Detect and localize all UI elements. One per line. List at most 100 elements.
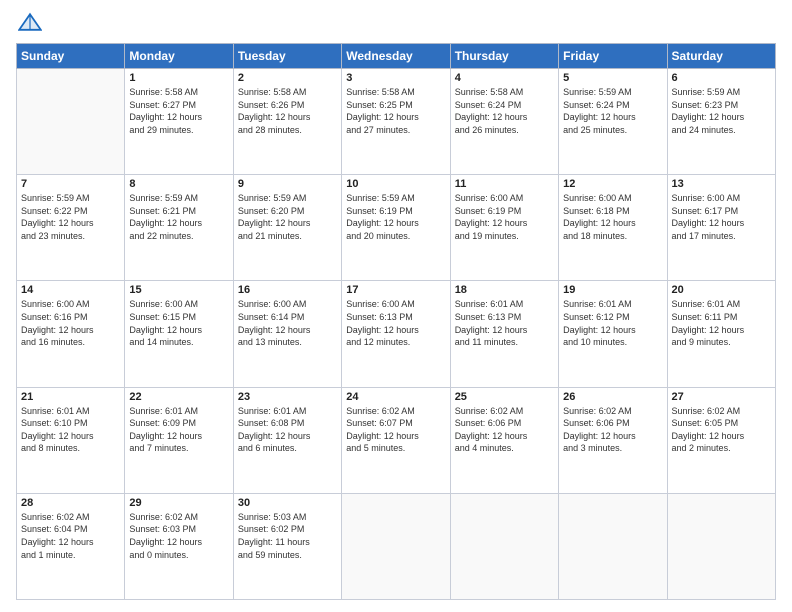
day-number: 24: [346, 391, 445, 403]
day-number: 23: [238, 391, 337, 403]
calendar-cell: 1Sunrise: 5:58 AMSunset: 6:27 PMDaylight…: [125, 69, 233, 175]
calendar-cell: 24 Sunrise: 6:02 AMSunset: 6:07 PMDayligh…: [342, 387, 450, 493]
calendar-cell: 30 Sunrise: 5:03 AMSunset: 6:02 PMDayligh…: [233, 493, 341, 599]
day-info: Sunrise: 5:59 AMSunset: 6:19 PMDaylight:…: [346, 192, 445, 242]
calendar-cell: 13 Sunrise: 6:00 AMSunset: 6:17 PMDayligh…: [667, 175, 775, 281]
day-number: 18: [455, 284, 554, 296]
calendar-cell: 8 Sunrise: 5:59 AMSunset: 6:21 PMDaylight…: [125, 175, 233, 281]
day-info: Sunrise: 5:59 AMSunset: 6:21 PMDaylight:…: [129, 192, 228, 242]
calendar-cell: 28Sunrise: 6:02 AMSunset: 6:04 PMDayligh…: [17, 493, 125, 599]
day-info: Sunrise: 6:02 AMSunset: 6:03 PMDaylight:…: [129, 511, 228, 561]
calendar-cell: [450, 493, 558, 599]
header: [16, 12, 776, 37]
header-row: SundayMondayTuesdayWednesdayThursdayFrid…: [17, 44, 776, 69]
col-header-saturday: Saturday: [667, 44, 775, 69]
week-row-3: 14Sunrise: 6:00 AMSunset: 6:16 PMDayligh…: [17, 281, 776, 387]
calendar-cell: 9Sunrise: 5:59 AMSunset: 6:20 PMDaylight…: [233, 175, 341, 281]
day-number: 5: [563, 72, 662, 84]
calendar-cell: [667, 493, 775, 599]
calendar-cell: 4 Sunrise: 5:58 AMSunset: 6:24 PMDaylight…: [450, 69, 558, 175]
calendar-cell: 23 Sunrise: 6:01 AMSunset: 6:08 PMDayligh…: [233, 387, 341, 493]
day-info: Sunrise: 6:01 AMSunset: 6:08 PMDaylight:…: [238, 405, 337, 455]
calendar-cell: 22 Sunrise: 6:01 AMSunset: 6:09 PMDayligh…: [125, 387, 233, 493]
day-number: 12: [563, 178, 662, 190]
calendar-cell: 14Sunrise: 6:00 AMSunset: 6:16 PMDayligh…: [17, 281, 125, 387]
day-number: 2: [238, 72, 337, 84]
day-info: Sunrise: 6:02 AMSunset: 6:06 PMDaylight:…: [563, 405, 662, 455]
day-info: Sunrise: 6:01 AMSunset: 6:11 PMDaylight:…: [672, 298, 771, 348]
day-number: 17: [346, 284, 445, 296]
calendar-cell: 6 Sunrise: 5:59 AMSunset: 6:23 PMDaylight…: [667, 69, 775, 175]
day-number: 8: [129, 178, 228, 190]
calendar-cell: 25 Sunrise: 6:02 AMSunset: 6:06 PMDayligh…: [450, 387, 558, 493]
day-number: 20: [672, 284, 771, 296]
calendar-cell: 16 Sunrise: 6:00 AMSunset: 6:14 PMDayligh…: [233, 281, 341, 387]
week-row-2: 7 Sunrise: 5:59 AMSunset: 6:22 PMDaylight…: [17, 175, 776, 281]
calendar-cell: [559, 493, 667, 599]
calendar-cell: 2 Sunrise: 5:58 AMSunset: 6:26 PMDaylight…: [233, 69, 341, 175]
day-info: Sunrise: 6:00 AMSunset: 6:19 PMDaylight:…: [455, 192, 554, 242]
day-info: Sunrise: 5:59 AMSunset: 6:23 PMDaylight:…: [672, 86, 771, 136]
page: SundayMondayTuesdayWednesdayThursdayFrid…: [0, 0, 792, 612]
day-number: 27: [672, 391, 771, 403]
day-number: 10: [346, 178, 445, 190]
day-info: Sunrise: 6:00 AMSunset: 6:17 PMDaylight:…: [672, 192, 771, 242]
col-header-sunday: Sunday: [17, 44, 125, 69]
week-row-4: 21 Sunrise: 6:01 AMSunset: 6:10 PMDayligh…: [17, 387, 776, 493]
calendar-cell: 10 Sunrise: 5:59 AMSunset: 6:19 PMDayligh…: [342, 175, 450, 281]
calendar-cell: [17, 69, 125, 175]
col-header-monday: Monday: [125, 44, 233, 69]
day-info: Sunrise: 5:58 AMSunset: 6:26 PMDaylight:…: [238, 86, 337, 136]
day-info: Sunrise: 6:00 AMSunset: 6:15 PMDaylight:…: [129, 298, 228, 348]
day-number: 7: [21, 178, 120, 190]
day-info: Sunrise: 6:01 AMSunset: 6:12 PMDaylight:…: [563, 298, 662, 348]
calendar-cell: 12 Sunrise: 6:00 AMSunset: 6:18 PMDayligh…: [559, 175, 667, 281]
calendar-cell: 18Sunrise: 6:01 AMSunset: 6:13 PMDayligh…: [450, 281, 558, 387]
logo-icon: [18, 12, 42, 32]
day-number: 30: [238, 497, 337, 509]
day-number: 26: [563, 391, 662, 403]
day-info: Sunrise: 5:59 AMSunset: 6:22 PMDaylight:…: [21, 192, 120, 242]
day-number: 15: [129, 284, 228, 296]
day-number: 3: [346, 72, 445, 84]
day-info: Sunrise: 6:01 AMSunset: 6:10 PMDaylight:…: [21, 405, 120, 455]
calendar-cell: 20 Sunrise: 6:01 AMSunset: 6:11 PMDayligh…: [667, 281, 775, 387]
day-number: 13: [672, 178, 771, 190]
day-info: Sunrise: 6:02 AMSunset: 6:06 PMDaylight:…: [455, 405, 554, 455]
day-number: 22: [129, 391, 228, 403]
calendar-cell: 11Sunrise: 6:00 AMSunset: 6:19 PMDayligh…: [450, 175, 558, 281]
calendar-cell: 5 Sunrise: 5:59 AMSunset: 6:24 PMDaylight…: [559, 69, 667, 175]
col-header-thursday: Thursday: [450, 44, 558, 69]
calendar-cell: 17 Sunrise: 6:00 AMSunset: 6:13 PMDayligh…: [342, 281, 450, 387]
day-info: Sunrise: 6:02 AMSunset: 6:07 PMDaylight:…: [346, 405, 445, 455]
day-number: 25: [455, 391, 554, 403]
week-row-5: 28Sunrise: 6:02 AMSunset: 6:04 PMDayligh…: [17, 493, 776, 599]
day-info: Sunrise: 5:03 AMSunset: 6:02 PMDaylight:…: [238, 511, 337, 561]
calendar-cell: 27Sunrise: 6:02 AMSunset: 6:05 PMDayligh…: [667, 387, 775, 493]
day-info: Sunrise: 6:00 AMSunset: 6:13 PMDaylight:…: [346, 298, 445, 348]
col-header-tuesday: Tuesday: [233, 44, 341, 69]
day-number: 1: [129, 72, 228, 84]
day-info: Sunrise: 6:00 AMSunset: 6:18 PMDaylight:…: [563, 192, 662, 242]
day-info: Sunrise: 6:01 AMSunset: 6:09 PMDaylight:…: [129, 405, 228, 455]
calendar-cell: 29 Sunrise: 6:02 AMSunset: 6:03 PMDayligh…: [125, 493, 233, 599]
day-info: Sunrise: 5:58 AMSunset: 6:25 PMDaylight:…: [346, 86, 445, 136]
day-info: Sunrise: 5:59 AMSunset: 6:24 PMDaylight:…: [563, 86, 662, 136]
col-header-wednesday: Wednesday: [342, 44, 450, 69]
calendar-cell: 21 Sunrise: 6:01 AMSunset: 6:10 PMDayligh…: [17, 387, 125, 493]
day-info: Sunrise: 6:02 AMSunset: 6:04 PMDaylight:…: [21, 511, 120, 561]
day-number: 29: [129, 497, 228, 509]
calendar-cell: 19 Sunrise: 6:01 AMSunset: 6:12 PMDayligh…: [559, 281, 667, 387]
day-number: 6: [672, 72, 771, 84]
calendar-cell: 3 Sunrise: 5:58 AMSunset: 6:25 PMDaylight…: [342, 69, 450, 175]
calendar-cell: 7 Sunrise: 5:59 AMSunset: 6:22 PMDaylight…: [17, 175, 125, 281]
col-header-friday: Friday: [559, 44, 667, 69]
day-info: Sunrise: 5:58 AMSunset: 6:24 PMDaylight:…: [455, 86, 554, 136]
day-info: Sunrise: 6:00 AMSunset: 6:14 PMDaylight:…: [238, 298, 337, 348]
logo: [16, 12, 46, 37]
day-number: 21: [21, 391, 120, 403]
day-number: 4: [455, 72, 554, 84]
day-number: 19: [563, 284, 662, 296]
day-number: 16: [238, 284, 337, 296]
day-number: 14: [21, 284, 120, 296]
